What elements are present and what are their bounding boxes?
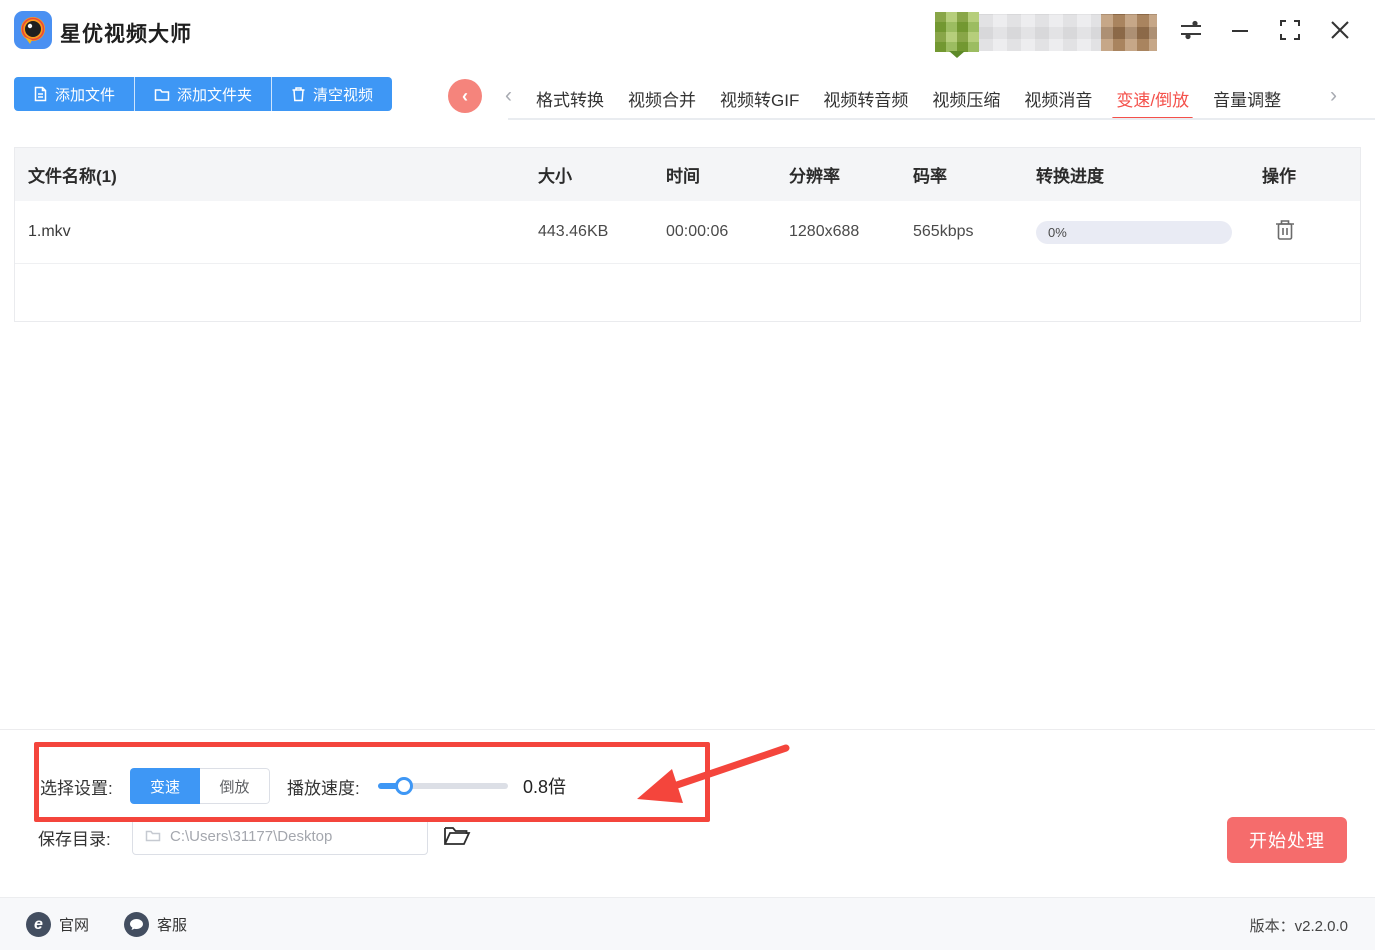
col-header-progress: 转换进度 [1036,167,1104,186]
panel-divider [0,729,1375,730]
col-header-actions: 操作 [1262,167,1296,186]
choose-settings-label: 选择设置: [40,779,113,798]
official-website-link[interactable]: e 官网 [26,912,89,937]
cell-resolution: 1280x688 [789,223,860,240]
table-header-row: 文件名称(1) 大小 时间 分辨率 码率 转换进度 操作 [15,148,1360,201]
cell-duration: 00:00:06 [666,223,729,240]
tabs-scroll-right-icon[interactable]: › [1330,84,1337,108]
titlebar: 星优视频大师 [0,0,1375,60]
chat-bubble-icon [124,912,149,937]
mode-toggle: 变速 倒放 [130,768,270,804]
customer-service-label: 客服 [157,917,188,934]
add-folder-label: 添加文件夹 [177,86,253,104]
slider-thumb[interactable] [395,777,413,795]
trash-icon [292,87,305,102]
tab-volume-adjust[interactable]: 音量调整 [1201,80,1293,120]
file-icon [34,86,47,102]
col-header-duration: 时间 [666,167,700,186]
app-logo-icon [14,11,52,49]
tab-video-to-audio[interactable]: 视频转音频 [811,80,920,120]
tab-video-to-gif[interactable]: 视频转GIF [708,80,811,120]
customer-service-link[interactable]: 客服 [124,912,187,937]
tab-speed-reverse[interactable]: 变速/倒放 [1104,80,1201,120]
settings-sliders-icon[interactable] [1177,16,1205,44]
cell-size: 443.46KB [538,223,609,240]
clear-videos-label: 清空视频 [313,86,374,104]
small-folder-icon [145,830,161,842]
save-dir-label: 保存目录: [38,830,111,849]
speed-value: 0.8倍 [523,777,567,797]
save-path-input[interactable]: C:\Users\31177\Desktop [132,817,428,855]
progress-bar: 0% [1036,220,1232,244]
tab-format-convert[interactable]: 格式转换 [524,80,616,120]
file-table: 文件名称(1) 大小 时间 分辨率 码率 转换进度 操作 1.mkv 443.4… [14,147,1361,322]
app-title: 星优视频大师 [60,23,192,46]
mode-option-reverse[interactable]: 倒放 [200,768,270,804]
feature-tabs: 格式转换 视频合并 视频转GIF 视频转音频 视频压缩 视频消音 变速/倒放 音… [524,80,1293,120]
version-text: 版本：v2.2.0.0 [1249,918,1348,935]
tabs-underline [508,118,1375,120]
add-file-button[interactable]: 添加文件 [14,77,135,111]
delete-row-trash-icon[interactable] [1274,218,1296,242]
browse-folder-icon[interactable] [443,822,471,848]
browser-e-icon: e [26,912,51,937]
cell-bitrate: 565kbps [913,223,974,240]
table-row: 1.mkv 443.46KB 00:00:06 1280x688 565kbps… [15,201,1360,264]
col-header-filename: 文件名称(1) [28,167,117,186]
playback-speed-slider[interactable] [378,777,508,795]
footer: e 官网 客服 版本：v2.2.0.0 [0,897,1375,950]
col-header-size: 大小 [538,167,572,186]
tab-video-compress[interactable]: 视频压缩 [920,80,1012,120]
user-avatar [935,12,979,58]
playback-speed-label: 播放速度: [287,779,360,798]
annotation-arrow [637,744,790,803]
tab-video-merge[interactable]: 视频合并 [616,80,708,120]
col-header-bitrate: 码率 [913,167,947,186]
start-processing-button[interactable]: 开始处理 [1227,817,1347,863]
official-website-label: 官网 [59,917,90,934]
tab-video-mute[interactable]: 视频消音 [1012,80,1104,120]
maximize-button[interactable] [1276,16,1304,44]
file-toolbar: 添加文件 添加文件夹 清空视频 [14,77,393,111]
close-button[interactable] [1326,16,1354,44]
add-folder-button[interactable]: 添加文件夹 [134,77,272,111]
folder-icon [154,88,170,101]
user-account-area[interactable] [935,10,1157,58]
tabs-back-circle-button[interactable]: ‹ [448,79,482,113]
user-badge-censored [1101,14,1157,51]
clear-videos-button[interactable]: 清空视频 [271,77,393,111]
minimize-button[interactable] [1226,16,1254,44]
mode-option-speed[interactable]: 变速 [130,768,200,804]
save-path-text: C:\Users\31177\Desktop [170,827,333,845]
add-file-label: 添加文件 [55,86,116,104]
cell-filename: 1.mkv [28,223,71,240]
col-header-resolution: 分辨率 [789,167,840,186]
tabs-scroll-left-icon[interactable]: ‹ [505,84,512,108]
user-name-censored [979,14,1101,51]
